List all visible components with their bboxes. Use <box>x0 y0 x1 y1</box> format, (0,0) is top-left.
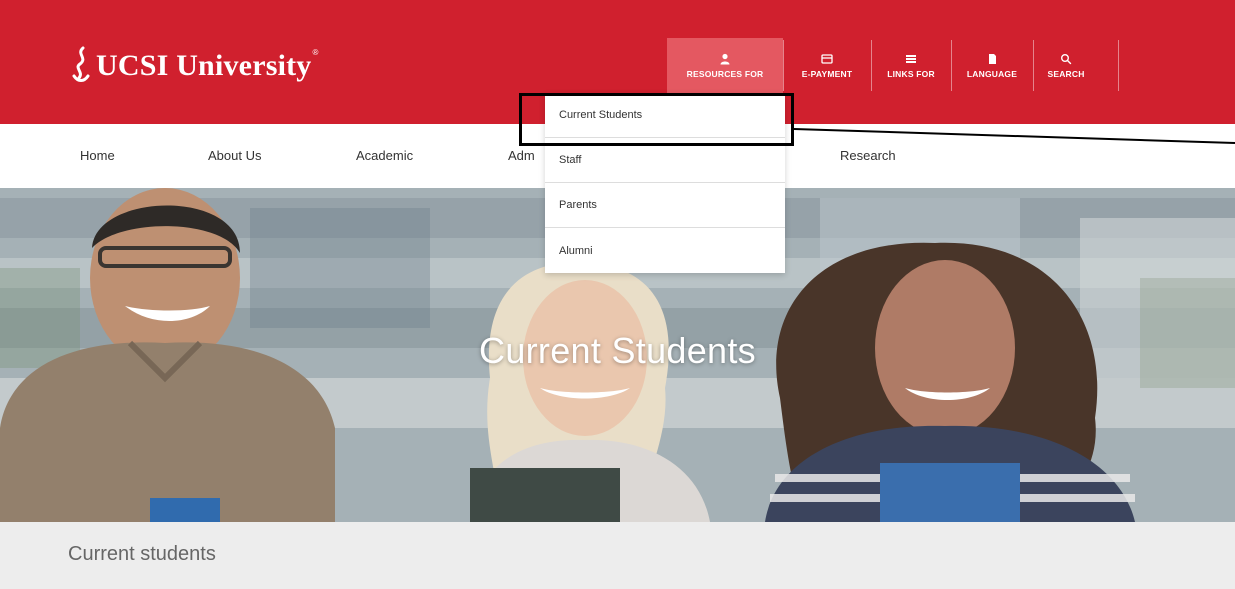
nav-admissions[interactable]: Adm <box>508 148 535 163</box>
dropdown-item-parents[interactable]: Parents <box>545 183 785 228</box>
links-for-label: LINKS FOR <box>887 68 935 79</box>
dropdown-item-staff[interactable]: Staff <box>545 138 785 183</box>
nav-academic[interactable]: Academic <box>356 148 413 163</box>
page-title: Current students <box>68 543 216 565</box>
language-label: LANGUAGE <box>966 68 1018 79</box>
utility-nav: RESOURCES FOR E-PAYMENT LINKS FOR LANGUA… <box>667 38 1119 93</box>
registered-mark: ® <box>312 47 319 57</box>
flame-logo-icon <box>72 46 90 82</box>
search-button[interactable]: SEARCH <box>1033 38 1119 93</box>
dropdown-item-current-students[interactable]: Current Students <box>545 93 785 138</box>
resources-dropdown: Current Students Staff Parents Alumni <box>545 93 785 273</box>
user-icon <box>720 53 730 64</box>
nav-home[interactable]: Home <box>80 148 115 163</box>
page-title-strip: Current students <box>0 522 1235 589</box>
links-for-button[interactable]: LINKS FOR <box>871 38 951 93</box>
nav-research[interactable]: Research <box>840 148 896 163</box>
resources-for-label: RESOURCES FOR <box>686 68 764 79</box>
language-button[interactable]: LANGUAGE <box>951 38 1033 93</box>
document-icon <box>989 53 996 64</box>
nav-about-us[interactable]: About Us <box>208 148 261 163</box>
search-label: SEARCH <box>1047 68 1085 79</box>
search-icon <box>1061 53 1072 64</box>
e-payment-button[interactable]: E-PAYMENT <box>783 38 871 93</box>
hero-title: Current Students <box>479 330 756 371</box>
credit-card-icon <box>821 53 833 64</box>
ucsi-logo[interactable]: UCSI University ® <box>70 38 318 94</box>
brand-name: UCSI University <box>96 49 312 82</box>
dropdown-item-alumni[interactable]: Alumni <box>545 228 785 273</box>
e-payment-label: E-PAYMENT <box>801 68 853 79</box>
resources-for-button[interactable]: RESOURCES FOR <box>667 38 783 93</box>
list-icon <box>906 54 916 63</box>
